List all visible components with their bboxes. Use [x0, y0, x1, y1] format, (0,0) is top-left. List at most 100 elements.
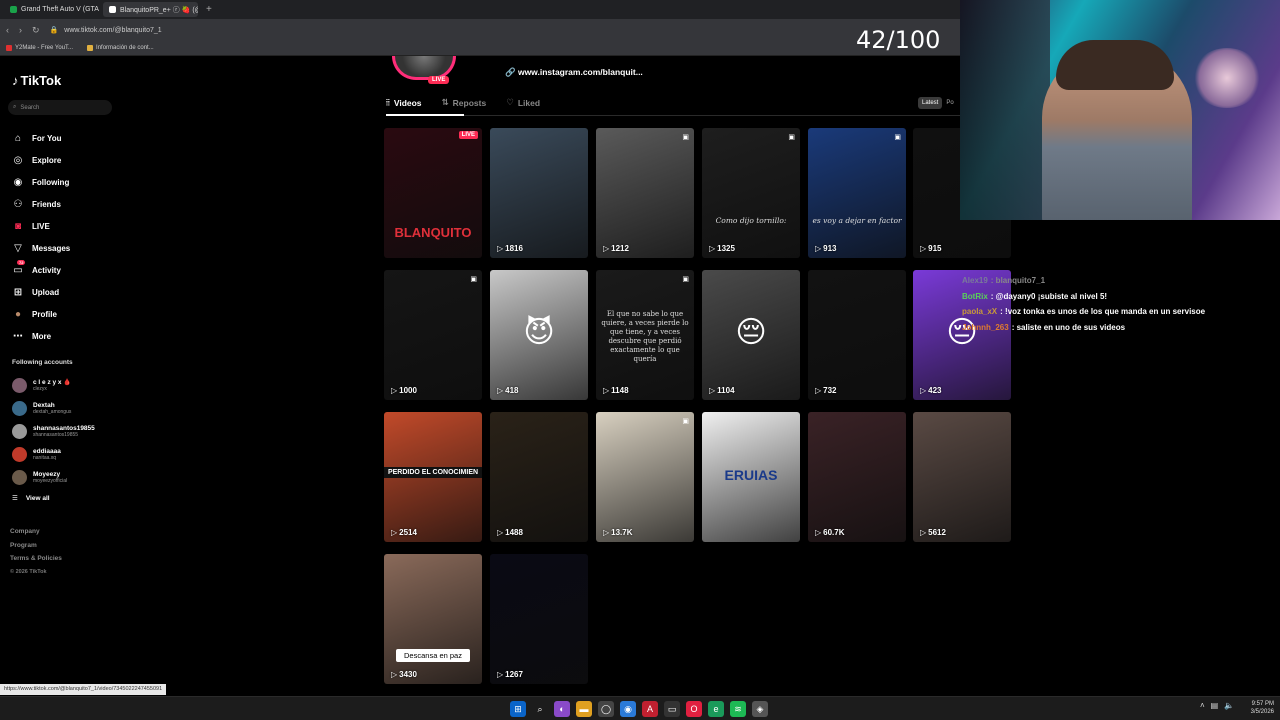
video-thumbnail[interactable]: PERDIDO EL CONOCIMIEN ▷ 2514 [384, 412, 482, 542]
edge-icon[interactable]: e [708, 701, 724, 717]
video-thumbnail[interactable]: ▷ 1488 [490, 412, 588, 542]
back-icon[interactable]: ‹ [6, 25, 9, 35]
footer-link[interactable]: Program [10, 539, 62, 553]
instagram-link[interactable]: 🔗 www.instagram.com/blanquit... [505, 67, 643, 78]
view-count-value: 13.7K [611, 528, 633, 537]
video-thumbnail[interactable]: ▷ 1816 [490, 128, 588, 258]
logo-text: TikTok [20, 73, 62, 88]
friends-icon: ⚇ [13, 198, 23, 210]
tab-label: Liked [517, 97, 541, 108]
video-thumbnail[interactable]: 😈 ▷ 418 [490, 270, 588, 400]
chat-text: : @dayany0 ¡subiste al nivel 5! [990, 291, 1108, 301]
video-thumbnail[interactable]: 😔 ▷ 1104 [702, 270, 800, 400]
sidebar-item-more[interactable]: ⋯ More [12, 325, 70, 347]
url-text[interactable]: www.tiktok.com/@blanquito7_1 [64, 27, 161, 34]
live-badge[interactable]: LIVE [428, 76, 450, 84]
avatar [12, 401, 27, 416]
following-account[interactable]: Moyeezy moyeezyofficial [12, 466, 95, 489]
spotify-icon[interactable]: ≋ [730, 701, 746, 717]
site-info-icon[interactable]: 🔒 [50, 26, 59, 34]
sidebar-item-label: Profile [32, 309, 57, 319]
obs-icon[interactable]: ◯ [598, 701, 614, 717]
volume-icon[interactable]: 🔈 [1224, 701, 1234, 710]
video-thumbnail[interactable]: El que no sabe lo que quiere, a veces pi… [596, 270, 694, 400]
sidebar-item-messages[interactable]: ▽ Messages [12, 237, 70, 259]
following-account[interactable]: shannasantos19855 shannasantos19855 [12, 420, 95, 443]
main-nav: ⌂ For You ◎ Explore ◉ Following ⚇ Friends ◙ LIVE ▽… [12, 127, 70, 347]
play-icon: ▷ [603, 244, 610, 253]
footer-link[interactable]: Terms & Policies [10, 552, 62, 566]
browser-tab[interactable]: BlanquitoPR_e+ ⓡ 🍓 (@ [103, 2, 198, 17]
video-grid: BLANQUITO LIVE ▷ 1816 ▣ ▷ 1212 Como dijo tornil… [384, 128, 1014, 688]
network-icon[interactable]: ▤ [1211, 701, 1219, 710]
bookmark-label: Información de cont... [96, 45, 154, 51]
app-icon[interactable]: ◈ [752, 701, 768, 717]
search-input[interactable]: ⌕ Search [8, 100, 112, 115]
windows-taskbar: ⊞ ⌕ ◐ ▬ ◯ ◉ A ▭ O e ≋ ◈ ˄ ▤ 🔈 9:57 PM 3/… [0, 696, 1280, 720]
tab-reposts[interactable]: ⇅ Reposts [442, 97, 487, 108]
sidebar-item-profile[interactable]: ● Profile [12, 303, 70, 325]
reload-icon[interactable]: ↻ [32, 25, 40, 36]
sort-option[interactable]: Po [942, 97, 957, 109]
search-icon[interactable]: ⌕ [532, 701, 548, 717]
view-all-label: View all [25, 494, 50, 502]
video-thumbnail[interactable]: ▷ 60.7K [808, 412, 906, 542]
discord-icon[interactable]: ◐ [554, 701, 570, 717]
view-count: ▷ 1325 [709, 244, 735, 253]
sidebar-item-explore[interactable]: ◎ Explore [12, 149, 70, 171]
file-explorer-icon[interactable]: ▬ [576, 701, 592, 717]
sort-option[interactable]: Latest [918, 97, 943, 109]
flower-decoration [1192, 48, 1262, 108]
following-account[interactable]: c l e z y x 🩸 clezyx [12, 374, 95, 397]
new-tab-icon[interactable]: + [202, 4, 216, 15]
following-account[interactable]: Dextah dextah_amongus [12, 397, 95, 420]
chat-message: BotRix: @dayany0 ¡subiste al nivel 5! [962, 289, 1280, 305]
browser-tab[interactable]: Grand Theft Auto V (GTA) [4, 2, 99, 17]
opera-icon[interactable]: O [686, 701, 702, 717]
taskbar-clock[interactable]: 9:57 PM 3/5/2026 [1240, 700, 1274, 716]
tab-videos[interactable]: ⦙⦙ Videos [386, 97, 422, 108]
sidebar-item-following[interactable]: ◉ Following [12, 171, 70, 193]
sidebar-item-live[interactable]: ◙ LIVE [12, 215, 70, 237]
video-thumbnail[interactable]: ERUIAS [702, 412, 800, 542]
sidebar-item-label: For You [32, 133, 62, 143]
following-account[interactable]: eddiaaaa nanitaa.xq [12, 443, 95, 466]
view-all-link[interactable]: ☰ View all [12, 494, 50, 503]
video-caption: es voy a dejar en factor [812, 216, 902, 225]
video-thumbnail[interactable]: ▣ ▷ 13.7K [596, 412, 694, 542]
play-icon: ▷ [497, 528, 504, 537]
video-thumbnail[interactable]: Descansa en paz ▷ 3430 [384, 554, 482, 684]
video-thumbnail[interactable]: es voy a dejar en factor ▣ ▷ 913 [808, 128, 906, 258]
account-handle: nanitaa.xq [33, 455, 57, 461]
video-thumbnail[interactable]: BLANQUITO LIVE [384, 128, 482, 258]
play-icon: ▷ [603, 528, 610, 537]
account-name: Moyeezy [33, 471, 61, 478]
terminal-icon[interactable]: ▭ [664, 701, 680, 717]
live-icon: ◙ [14, 220, 22, 232]
view-count-value: 1104 [717, 386, 735, 395]
bookmark-item[interactable]: Y2Mate - Free YouT... [6, 45, 73, 51]
tiktok-logo[interactable]: ♪ TikTok [12, 73, 61, 88]
forward-icon[interactable]: › [19, 25, 22, 35]
video-thumbnail[interactable]: ▣ ▷ 1212 [596, 128, 694, 258]
tray-chevron-icon[interactable]: ˄ [1200, 701, 1205, 710]
view-count: ▷ 423 [920, 386, 942, 395]
bookmark-item[interactable]: Información de cont... [87, 45, 154, 51]
start-icon[interactable]: ⊞ [510, 701, 526, 717]
video-thumbnail[interactable]: ▷ 5612 [913, 412, 1011, 542]
video-thumbnail[interactable]: ▷ 1267 [490, 554, 588, 684]
steam-icon[interactable]: ◉ [620, 701, 636, 717]
view-count-value: 732 [823, 386, 837, 395]
video-thumbnail[interactable]: Como dijo tornillo: ▣ ▷ 1325 [702, 128, 800, 258]
sidebar-item-friends[interactable]: ⚇ Friends [12, 193, 70, 215]
sidebar-item-upload[interactable]: ⊞ Upload [12, 281, 70, 303]
sidebar-item-for-you[interactable]: ⌂ For You [12, 127, 70, 149]
video-thumbnail[interactable]: ▣ ▷ 1000 [384, 270, 482, 400]
sidebar-item-activity[interactable]: ▭ 72 Activity [12, 259, 70, 281]
video-thumbnail[interactable]: ▷ 732 [808, 270, 906, 400]
sidebar-item-label: Explore [32, 155, 62, 165]
view-count: ▷ 1104 [709, 386, 735, 395]
adobe-icon[interactable]: A [642, 701, 658, 717]
footer-link[interactable]: Company [10, 525, 62, 539]
tab-liked[interactable]: ♡ Liked [506, 97, 540, 108]
